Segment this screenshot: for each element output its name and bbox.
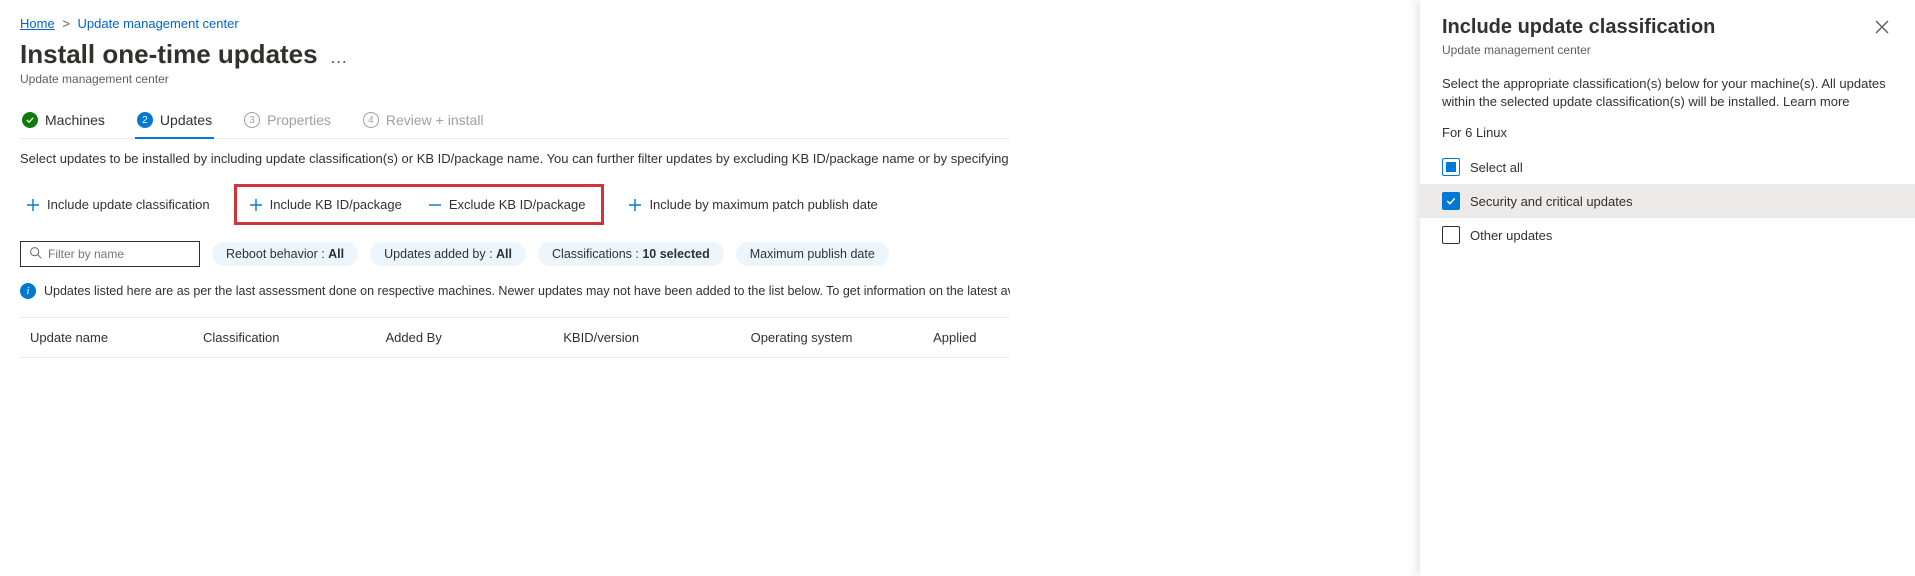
toolbar: Include update classification Include KB… <box>20 184 1010 225</box>
include-kb-button[interactable]: Include KB ID/package <box>243 193 408 216</box>
include-date-button[interactable]: Include by maximum patch publish date <box>622 193 883 216</box>
panel-close-button[interactable] <box>1871 16 1893 41</box>
reboot-filter[interactable]: Reboot behavior : All <box>212 242 358 266</box>
search-input-wrapper[interactable] <box>20 241 200 267</box>
select-all-row[interactable]: Select all <box>1420 150 1915 184</box>
breadcrumb-home[interactable]: Home <box>20 16 55 31</box>
search-icon <box>29 246 42 262</box>
col-classification[interactable]: Classification <box>203 330 386 345</box>
page-subtitle: Update management center <box>20 72 1010 86</box>
step-review[interactable]: 4 Review + install <box>361 104 486 138</box>
close-icon <box>1875 22 1889 37</box>
main-content: Home > Update management center Install … <box>0 0 1030 374</box>
col-kbid[interactable]: KBID/version <box>563 330 750 345</box>
security-checkbox[interactable] <box>1442 192 1460 210</box>
plus-icon <box>249 198 263 212</box>
page-title-row: Install one-time updates … <box>20 39 1010 70</box>
step-properties[interactable]: 3 Properties <box>242 104 333 138</box>
page-title: Install one-time updates <box>20 39 318 70</box>
security-critical-row[interactable]: Security and critical updates <box>1420 184 1915 218</box>
col-update-name[interactable]: Update name <box>20 330 203 345</box>
select-all-checkbox[interactable] <box>1442 158 1460 176</box>
step-updates[interactable]: 2 Updates <box>135 104 214 138</box>
steps-nav: Machines 2 Updates 3 Properties 4 Review… <box>20 104 1010 139</box>
breadcrumb: Home > Update management center <box>20 16 1010 31</box>
info-icon: i <box>20 283 36 299</box>
include-classification-button[interactable]: Include update classification <box>20 193 216 216</box>
other-checkbox[interactable] <box>1442 226 1460 244</box>
maxpublish-filter[interactable]: Maximum publish date <box>736 242 889 266</box>
plus-icon <box>628 198 642 212</box>
page-description: Select updates to be installed by includ… <box>20 151 1010 166</box>
check-icon <box>22 112 38 128</box>
more-icon[interactable]: … <box>330 47 348 68</box>
classification-panel: Include update classification Update man… <box>1420 0 1915 576</box>
classification-checklist: Select all Security and critical updates… <box>1420 150 1915 252</box>
step-machines[interactable]: Machines <box>20 104 107 138</box>
col-os[interactable]: Operating system <box>751 330 934 345</box>
plus-icon <box>26 198 40 212</box>
col-applied[interactable]: Applied <box>933 330 1010 345</box>
minus-icon <box>428 198 442 212</box>
search-input[interactable] <box>48 247 203 261</box>
filter-row: Reboot behavior : All Updates added by :… <box>20 241 1010 267</box>
panel-subtitle: Update management center <box>1442 43 1893 57</box>
exclude-kb-button[interactable]: Exclude KB ID/package <box>422 193 592 216</box>
panel-for-label: For 6 Linux <box>1442 125 1893 140</box>
added-by-filter[interactable]: Updates added by : All <box>370 242 526 266</box>
table-header: Update name Classification Added By KBID… <box>20 317 1010 358</box>
classifications-filter[interactable]: Classifications : 10 selected <box>538 242 724 266</box>
panel-description: Select the appropriate classification(s)… <box>1442 75 1893 111</box>
info-bar: i Updates listed here are as per the las… <box>20 283 1010 299</box>
breadcrumb-current[interactable]: Update management center <box>78 16 239 31</box>
other-updates-row[interactable]: Other updates <box>1420 218 1915 252</box>
highlighted-toolbar-group: Include KB ID/package Exclude KB ID/pack… <box>234 184 605 225</box>
col-added-by[interactable]: Added By <box>385 330 563 345</box>
panel-title: Include update classification <box>1442 16 1715 39</box>
